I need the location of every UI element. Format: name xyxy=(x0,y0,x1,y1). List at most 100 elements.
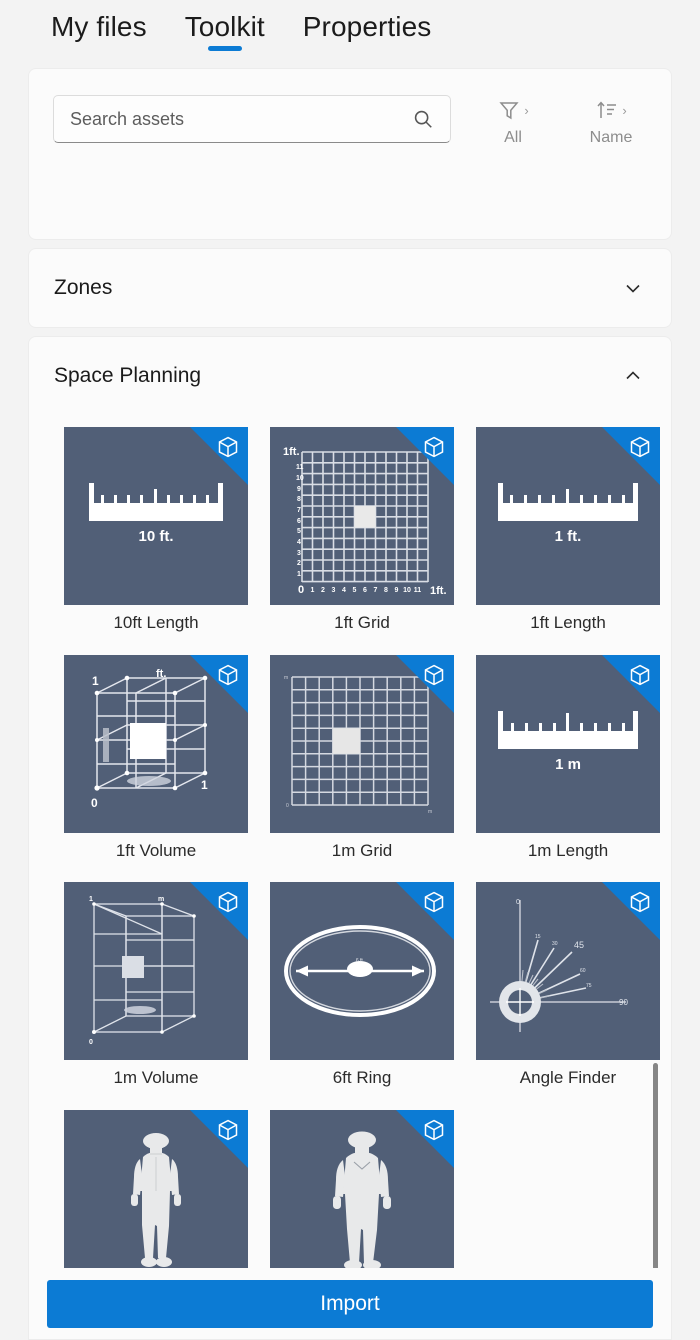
asset-card[interactable]: m 0 m 1m Grid xyxy=(270,654,454,861)
svg-text:0: 0 xyxy=(286,803,289,809)
svg-text:8: 8 xyxy=(384,587,388,594)
asset-thumbnail[interactable]: 1 m 0 xyxy=(64,882,248,1061)
svg-text:8: 8 xyxy=(297,496,301,503)
svg-text:0: 0 xyxy=(91,796,98,810)
svg-text:4: 4 xyxy=(297,539,301,546)
toolkit-panel: My files Toolkit Properties Search asset… xyxy=(0,0,700,1340)
asset-thumbnail[interactable]: 1 m xyxy=(476,654,660,833)
svg-text:1: 1 xyxy=(297,571,301,578)
cube-icon xyxy=(628,663,652,687)
cube-icon xyxy=(216,890,240,914)
svg-text:4: 4 xyxy=(342,587,346,594)
asset-card[interactable]: 1 m 1m Length xyxy=(476,654,660,861)
cube-icon xyxy=(628,435,652,459)
svg-text:0: 0 xyxy=(516,899,520,906)
svg-text:1 ft.: 1 ft. xyxy=(555,528,582,545)
asset-thumbnail[interactable] xyxy=(64,1110,248,1276)
sort-ascending-icon xyxy=(595,98,619,122)
cube-icon xyxy=(422,890,446,914)
asset-thumbnail[interactable] xyxy=(270,1110,454,1276)
asset-label: 1ft Grid xyxy=(334,613,390,632)
asset-thumbnail[interactable]: 6 ft. xyxy=(270,882,454,1061)
import-footer: Import xyxy=(28,1268,672,1340)
chevron-down-icon[interactable] xyxy=(623,278,643,298)
asset-card[interactable]: 10 ft. 10ft Length xyxy=(64,427,248,633)
svg-text:1: 1 xyxy=(201,778,208,792)
svg-text:90: 90 xyxy=(619,998,628,1007)
svg-text:1ft.: 1ft. xyxy=(283,446,300,458)
cube-icon xyxy=(422,1118,446,1142)
svg-text:1 m: 1 m xyxy=(555,756,581,773)
asset-thumbnail[interactable]: 11 10 9 876 543 21 123 456 789 10 11 0 1ft xyxy=(270,427,454,605)
asset-thumbnail[interactable]: 1 ft. xyxy=(476,427,660,605)
asset-card[interactable]: 0 45 90 15 30 60 75 Angle Finder xyxy=(476,882,660,1088)
asset-thumbnail[interactable]: 0 45 90 15 30 60 75 xyxy=(476,882,660,1061)
filter-label: All xyxy=(504,129,522,146)
svg-text:6 ft.: 6 ft. xyxy=(356,958,364,964)
svg-text:3: 3 xyxy=(297,550,301,557)
asset-card[interactable]: 1 ft. 0 1 1ft Volume xyxy=(64,654,248,861)
asset-label: 1ft Volume xyxy=(115,840,197,860)
svg-text:0: 0 xyxy=(89,1039,93,1046)
search-box[interactable] xyxy=(53,95,451,143)
asset-card[interactable]: 11 10 9 876 543 21 123 456 789 10 11 0 1ft xyxy=(270,427,454,633)
svg-text:3: 3 xyxy=(332,587,336,594)
cube-icon xyxy=(422,663,446,687)
search-input[interactable] xyxy=(70,108,412,130)
svg-text:m: m xyxy=(158,896,164,903)
group-space-planning-header[interactable]: Space Planning xyxy=(29,337,671,415)
group-zones-header[interactable]: Zones xyxy=(29,249,671,327)
svg-text:15: 15 xyxy=(535,934,541,940)
asset-label: 1ft Length xyxy=(530,613,606,632)
search-toolbar-panel: › All › Name xyxy=(28,68,672,240)
filter-chevron-icon: › xyxy=(524,102,529,118)
svg-text:11: 11 xyxy=(414,587,422,594)
svg-text:0: 0 xyxy=(298,584,304,596)
filter-funnel-icon xyxy=(497,98,521,122)
asset-card[interactable]: 1 ft. 1ft Length xyxy=(476,427,660,633)
asset-grid-scrollbar[interactable] xyxy=(651,415,661,1276)
cube-icon xyxy=(216,435,240,459)
asset-card[interactable]: 1 m 0 1m Volume xyxy=(64,882,248,1088)
tab-properties[interactable]: Properties xyxy=(300,11,435,57)
svg-text:30: 30 xyxy=(552,941,558,947)
asset-label: 10ft Length xyxy=(113,613,199,632)
group-space-planning-title: Space Planning xyxy=(54,364,202,387)
tab-my-files[interactable]: My files xyxy=(48,11,150,57)
tab-toolkit[interactable]: Toolkit xyxy=(182,11,268,57)
svg-text:10: 10 xyxy=(296,475,304,482)
group-space-planning[interactable]: Space Planning xyxy=(28,336,672,415)
svg-text:ft.: ft. xyxy=(156,668,166,680)
asset-card[interactable]: Worker 02 Standing xyxy=(270,1110,454,1276)
asset-thumbnail[interactable]: 10 ft. xyxy=(64,427,248,605)
asset-grid-container: 10 ft. 10ft Length 11 10 9 8 7 6 5 4 3 2… xyxy=(28,415,672,1277)
svg-text:6: 6 xyxy=(297,518,301,525)
svg-text:60: 60 xyxy=(580,968,586,974)
svg-text:m: m xyxy=(428,809,432,815)
sort-label: Name xyxy=(589,129,633,146)
svg-text:1ft.: 1ft. xyxy=(430,585,447,597)
svg-text:11: 11 xyxy=(296,464,304,471)
svg-text:7: 7 xyxy=(297,507,301,514)
asset-thumbnail[interactable]: m 0 m xyxy=(270,654,454,833)
tab-toolkit-label: Toolkit xyxy=(184,11,265,42)
cube-icon xyxy=(216,663,240,687)
svg-text:7: 7 xyxy=(374,587,378,594)
cube-icon xyxy=(422,435,446,459)
svg-text:10: 10 xyxy=(403,587,411,594)
asset-label: 6ft Ring xyxy=(332,1068,392,1088)
svg-text:6: 6 xyxy=(363,587,367,594)
asset-thumbnail[interactable]: 1 ft. 0 1 xyxy=(64,654,248,833)
search-icon[interactable] xyxy=(412,108,434,130)
asset-card[interactable]: 6 ft. 6ft Ring xyxy=(270,882,454,1088)
asset-label: Angle Finder xyxy=(519,1068,617,1088)
chevron-up-icon[interactable] xyxy=(623,366,643,386)
filter-button[interactable]: › All xyxy=(477,97,549,146)
asset-card[interactable]: Worker 01 Standing xyxy=(64,1110,248,1276)
svg-text:10 ft.: 10 ft. xyxy=(138,528,173,545)
tab-active-underline xyxy=(207,46,242,51)
import-button[interactable]: Import xyxy=(47,1279,653,1328)
group-zones[interactable]: Zones xyxy=(28,248,672,328)
scrollbar-thumb[interactable] xyxy=(653,1063,658,1275)
sort-button[interactable]: › Name xyxy=(575,97,647,146)
